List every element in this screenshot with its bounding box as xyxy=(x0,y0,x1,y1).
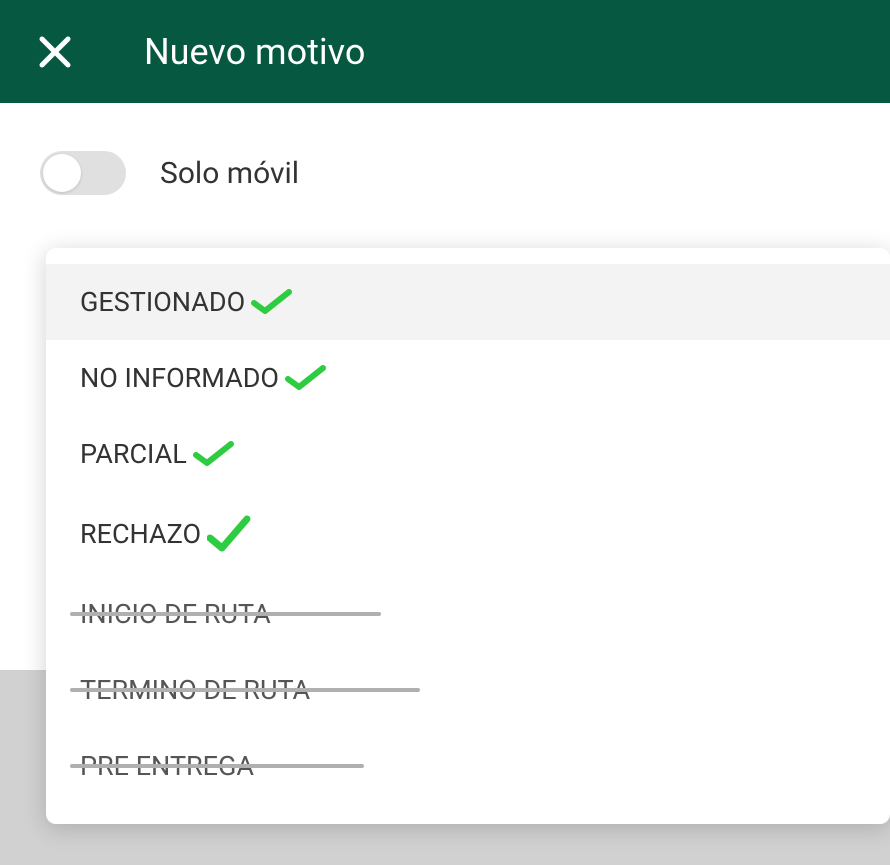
header: Nuevo motivo xyxy=(0,0,890,103)
dropdown-item-pre-entrega[interactable]: PRE ENTREGA xyxy=(46,728,890,804)
page-title: Nuevo motivo xyxy=(144,31,365,73)
dropdown-item-label: PARCIAL xyxy=(80,438,187,470)
dropdown-item-inicio-de-ruta[interactable]: INICIO DE RUTA xyxy=(46,576,890,652)
toggle-thumb xyxy=(43,154,81,192)
check-icon xyxy=(193,439,235,469)
dropdown-item-label: NO INFORMADO xyxy=(80,362,279,394)
check-icon xyxy=(251,287,293,317)
check-icon xyxy=(207,514,251,554)
dropdown-item-label: PRE ENTREGA xyxy=(80,750,254,782)
close-icon xyxy=(38,35,72,69)
dropdown-item-rechazo[interactable]: RECHAZO xyxy=(46,492,890,576)
dropdown-item-no-informado[interactable]: NO INFORMADO xyxy=(46,340,890,416)
dropdown-item-label: GESTIONADO xyxy=(80,286,245,318)
dropdown-item-label: RECHAZO xyxy=(80,518,201,550)
check-icon xyxy=(285,363,327,393)
toggle-label: Solo móvil xyxy=(160,156,299,191)
solo-movil-toggle[interactable] xyxy=(40,151,126,195)
dropdown-item-label: TERMINO DE RUTA xyxy=(80,674,310,706)
close-button[interactable] xyxy=(38,35,72,69)
dropdown-item-gestionado[interactable]: GESTIONADO xyxy=(46,264,890,340)
dropdown-item-termino-de-ruta[interactable]: TERMINO DE RUTA xyxy=(46,652,890,728)
dropdown-list: GESTIONADO NO INFORMADO PARCIAL RECHAZO xyxy=(46,248,890,824)
dropdown-item-parcial[interactable]: PARCIAL xyxy=(46,416,890,492)
dropdown-item-label: INICIO DE RUTA xyxy=(80,598,271,630)
toggle-row: Solo móvil xyxy=(0,103,890,231)
